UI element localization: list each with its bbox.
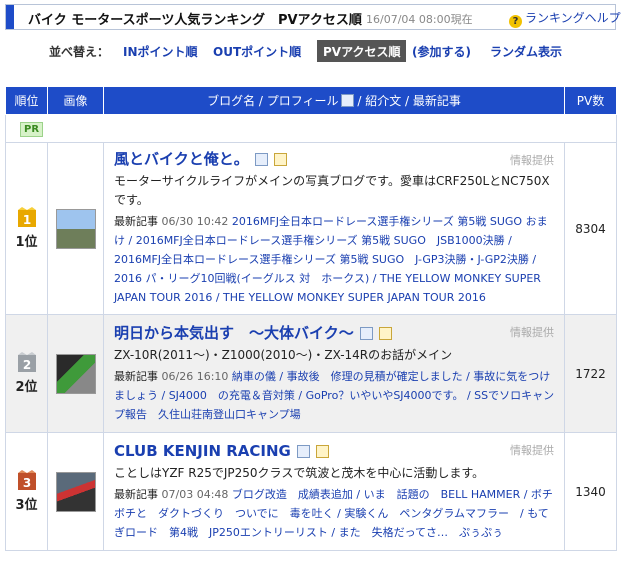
info-provided-label: 情報提供 bbox=[510, 326, 554, 339]
favorite-star-icon[interactable] bbox=[273, 153, 287, 166]
profile-icon bbox=[340, 94, 354, 107]
blog-thumbnail[interactable] bbox=[55, 471, 96, 512]
latest-articles: 最新記事 06/26 16:10 納車の儀 / 事故後 修理の見積が確定しました… bbox=[114, 367, 556, 424]
header-accent-bar bbox=[6, 5, 14, 29]
blog-header-label: ブログ名 / プロフィール bbox=[207, 94, 339, 108]
info-provided-label: 情報提供 bbox=[510, 154, 554, 167]
pr-row: PR bbox=[5, 114, 617, 143]
bronze-crown-icon: 3 bbox=[17, 470, 36, 490]
thumb-cell bbox=[47, 314, 104, 433]
blog-title-link[interactable]: CLUB KENJIN RACING bbox=[114, 442, 291, 460]
latest-articles: 最新記事 06/30 10:42 2016MFJ全日本ロードレース選手権シリーズ… bbox=[114, 212, 556, 307]
favorite-star-icon[interactable] bbox=[378, 326, 392, 340]
table-header-row: 順位 画像 ブログ名 / プロフィール / 紹介文 / 最新記事 PV数 bbox=[5, 86, 617, 115]
blog-cell: 風とバイクと俺と。 情報提供 モーターサイクルライフがメインの写真ブログです。愛… bbox=[103, 142, 565, 315]
latest-timestamp: 07/03 04:48 bbox=[161, 487, 229, 501]
pv-count: 1722 bbox=[564, 314, 617, 433]
thumb-cell bbox=[47, 432, 104, 551]
latest-label: 最新記事 bbox=[114, 487, 158, 501]
table-row: 2 2位 明日から本気出す ～大体バイク～ 情報提供 ZX-10R(2011～)… bbox=[5, 314, 617, 433]
blog-intro: ZX-10R(2011～)・Z1000(2010～)・ZX-14Rのお話がメイン bbox=[114, 347, 453, 362]
ranking-help-link[interactable]: ? ランキングヘルプ bbox=[509, 9, 621, 28]
rank-cell: 3 3位 bbox=[5, 432, 48, 551]
pr-badge[interactable]: PR bbox=[20, 121, 44, 137]
blog-cell: 明日から本気出す ～大体バイク～ 情報提供 ZX-10R(2011～)・Z100… bbox=[103, 314, 565, 433]
random-display-link[interactable]: ランダム表示 bbox=[490, 45, 562, 59]
rank-label: 2位 bbox=[15, 380, 38, 395]
info-provided-label: 情報提供 bbox=[510, 444, 554, 457]
latest-label: 最新記事 bbox=[114, 215, 158, 228]
col-blog-header: ブログ名 / プロフィール / 紹介文 / 最新記事 bbox=[103, 86, 565, 115]
col-rank-header: 順位 bbox=[5, 86, 48, 115]
question-icon: ? bbox=[509, 15, 522, 28]
silver-crown-icon: 2 bbox=[17, 352, 36, 372]
blog-cell: CLUB KENJIN RACING 情報提供 ことしはYZF R25でJP25… bbox=[103, 432, 565, 551]
rank-cell: 1 1位 bbox=[5, 142, 48, 315]
col-image-header: 画像 bbox=[47, 86, 104, 115]
page-title: バイク モータースポーツ人気ランキング PVアクセス順 bbox=[28, 13, 362, 28]
blog-thumbnail[interactable] bbox=[55, 353, 96, 394]
blog-header-rest: / 紹介文 / 最新記事 bbox=[353, 94, 461, 108]
profile-icon[interactable] bbox=[296, 444, 310, 458]
profile-icon[interactable] bbox=[254, 153, 268, 166]
svg-text:3: 3 bbox=[22, 476, 30, 490]
rank-label: 1位 bbox=[15, 235, 38, 250]
blog-title-link[interactable]: 風とバイクと俺と。 bbox=[114, 150, 249, 168]
pv-count: 1340 bbox=[564, 432, 617, 551]
latest-timestamp: 06/26 16:10 bbox=[161, 369, 229, 383]
sort-label: 並べ替え： bbox=[49, 45, 110, 59]
col-pv-header: PV数 bbox=[564, 86, 617, 115]
blog-intro: ことしはYZF R25でJP250クラスで筑波と茂木を中心に活動します。 bbox=[114, 465, 485, 480]
sort-pv-access-active: PVアクセス順 bbox=[317, 40, 407, 62]
blog-thumbnail[interactable] bbox=[55, 208, 96, 249]
help-label: ランキングヘルプ bbox=[525, 11, 621, 25]
gold-crown-icon: 1 bbox=[17, 207, 36, 227]
pv-count: 8304 bbox=[564, 142, 617, 315]
svg-text:1: 1 bbox=[22, 213, 30, 227]
favorite-star-icon[interactable] bbox=[315, 444, 329, 458]
rank-cell: 2 2位 bbox=[5, 314, 48, 433]
latest-label: 最新記事 bbox=[114, 369, 158, 383]
rank-label: 3位 bbox=[15, 498, 38, 513]
join-link[interactable]: (参加する) bbox=[412, 45, 471, 59]
svg-text:2: 2 bbox=[22, 358, 30, 372]
blog-title-link[interactable]: 明日から本気出す ～大体バイク～ bbox=[114, 324, 354, 342]
table-row: 3 3位 CLUB KENJIN RACING 情報提供 ことしはYZF R25… bbox=[5, 432, 617, 551]
page-header: バイク モータースポーツ人気ランキング PVアクセス順 16/07/04 08:… bbox=[5, 4, 621, 30]
thumb-cell bbox=[47, 142, 104, 315]
blog-intro: モーターサイクルライフがメインの写真ブログです。愛車はCRF250LとNC750… bbox=[114, 174, 550, 207]
table-row: 1 1位 風とバイクと俺と。 情報提供 モーターサイクルライフがメインの写真ブロ… bbox=[5, 142, 617, 315]
sort-in-points-link[interactable]: INポイント順 bbox=[123, 45, 198, 59]
latest-article-links[interactable]: 2016MFJ全日本ロードレース選手権シリーズ 第5戦 SUGO おまけ / 2… bbox=[114, 215, 548, 304]
latest-timestamp: 06/30 10:42 bbox=[161, 215, 229, 228]
ranking-timestamp: 16/07/04 08:00現在 bbox=[366, 13, 473, 26]
profile-icon[interactable] bbox=[359, 326, 373, 340]
sort-out-points-link[interactable]: OUTポイント順 bbox=[213, 45, 301, 59]
ranking-table: 順位 画像 ブログ名 / プロフィール / 紹介文 / 最新記事 PV数 PR … bbox=[5, 86, 617, 551]
latest-articles: 最新記事 07/03 04:48 ブログ改造 成績表追加 / いま 話題の BE… bbox=[114, 485, 556, 542]
